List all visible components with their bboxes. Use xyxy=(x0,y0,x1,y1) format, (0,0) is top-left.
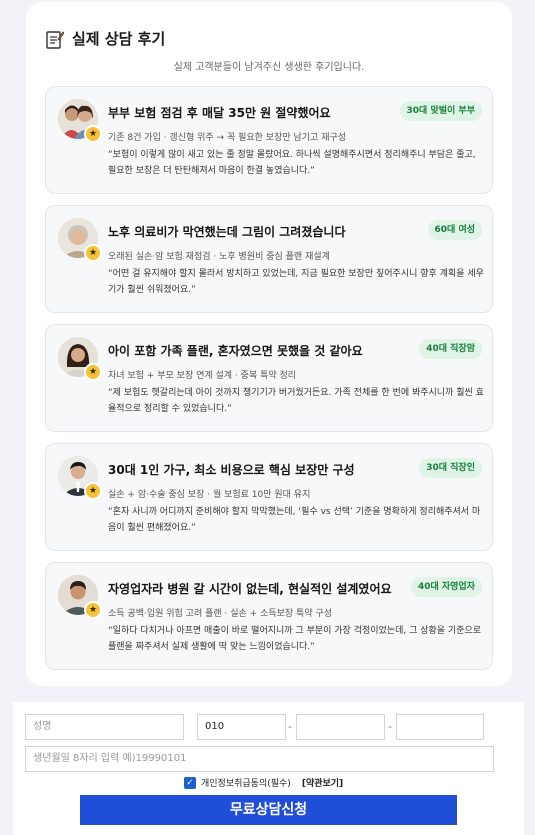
section-subtitle: 실제 고객분들이 남겨주신 생생한 후기입니다. xyxy=(173,62,365,73)
section-title: 실제 상담 후기 xyxy=(72,30,166,48)
memo-pencil-icon xyxy=(46,29,65,49)
review-badge: 40대 자영업자 xyxy=(410,577,482,597)
review-card: ★ 노후 의료비가 막연했는데 그림이 그려졌습니다 60대 여성 오래된 실손… xyxy=(45,205,493,313)
star-icon: ★ xyxy=(84,125,102,143)
reviews-card: 실제 상담 후기 실제 고객분들이 남겨주신 생생한 후기입니다. ★ 부부 보… xyxy=(26,2,512,686)
free-consultation-button[interactable]: 무료상담신청 xyxy=(80,795,457,825)
review-card: ★ 아이 포함 가족 플랜, 혼자였으면 못했을 것 같아요 40대 직장맘 자… xyxy=(45,324,493,432)
section-heading: 실제 상담 후기 xyxy=(46,28,165,49)
privacy-agreement: ✓ 개인정보취급동의(필수) [약관보기] xyxy=(184,776,343,789)
review-title: 30대 1인 가구, 최소 비용으로 핵심 보장만 구성 xyxy=(108,463,355,477)
review-card: ★ 자영업자라 병원 갈 시간이 없는데, 현실적인 설계였어요 40대 자영업… xyxy=(45,562,493,670)
review-badge: 30대 맞벌이 부부 xyxy=(399,101,482,121)
review-title: 자영업자라 병원 갈 시간이 없는데, 현실적인 설계였어요 xyxy=(108,582,392,596)
review-title: 부부 보험 점검 후 매달 35만 원 절약했어요 xyxy=(108,106,331,120)
review-quote: “일하다 다치거나 아프면 매출이 바로 떨어지니까 그 부분이 가장 걱정이었… xyxy=(108,626,482,652)
review-card: ★ 30대 1인 가구, 최소 비용으로 핵심 보장만 구성 30대 직장인 실… xyxy=(45,443,493,551)
phone-separator: - xyxy=(388,720,392,733)
privacy-agree-label: 개인정보취급동의(필수) xyxy=(201,779,291,789)
phone-prefix-field[interactable]: 010 xyxy=(197,714,286,740)
review-badge: 60대 여성 xyxy=(427,220,482,240)
star-icon: ★ xyxy=(84,244,102,262)
phone-middle-field[interactable] xyxy=(296,714,385,740)
review-meta: 오래된 실손·암 보험 재점검 · 노후 병원비 중심 플랜 재설계 xyxy=(108,252,330,262)
review-title: 노후 의료비가 막연했는데 그림이 그려졌습니다 xyxy=(108,225,346,239)
review-badge: 40대 직장맘 xyxy=(419,339,482,359)
review-card: ★ 부부 보험 점검 후 매달 35만 원 절약했어요 30대 맞벌이 부부 기… xyxy=(45,86,493,194)
review-meta: 실손 + 암·수술 중심 보장 · 월 보험료 10만 원대 유지 xyxy=(108,490,311,500)
phone-last-field[interactable] xyxy=(396,714,484,740)
review-meta: 기존 8건 가입 · 갱신형 위주 → 꼭 필요한 보장만 남기고 재구성 xyxy=(108,133,347,143)
phone-separator: - xyxy=(288,720,292,733)
star-icon: ★ xyxy=(84,363,102,381)
review-quote: “제 보험도 헷갈리는데 아이 것까지 챙기기가 버거웠거든요. 가족 전체를 … xyxy=(108,388,484,414)
view-terms-link[interactable]: [약관보기] xyxy=(302,776,343,789)
star-icon: ★ xyxy=(84,482,102,500)
birthdate-field[interactable]: 생년월일 8자리 입력 예)19990101 xyxy=(25,746,494,772)
name-field[interactable]: 성명 xyxy=(25,714,184,740)
review-quote: “혼자 사니까 어디까지 준비해야 할지 막막했는데, ‘필수 vs 선택’ 기… xyxy=(108,507,481,533)
star-icon: ★ xyxy=(84,601,102,619)
review-meta: 소득 공백·입원 위험 고려 플랜 · 실손 + 소득보장 특약 구성 xyxy=(108,609,333,619)
review-title: 아이 포함 가족 플랜, 혼자였으면 못했을 것 같아요 xyxy=(108,344,363,358)
review-badge: 30대 직장인 xyxy=(419,458,482,478)
privacy-checkbox[interactable]: ✓ xyxy=(184,776,196,789)
review-quote: “보험이 이렇게 많이 새고 있는 줄 정말 몰랐어요. 하나씩 설명해주시면서… xyxy=(108,150,476,176)
review-quote: “어떤 걸 유지해야 할지 몰라서 방치하고 있었는데, 지금 필요한 보장만 … xyxy=(108,269,484,295)
review-meta: 자녀 보험 + 부모 보장 연계 설계 · 중복 특약 정리 xyxy=(108,371,297,381)
